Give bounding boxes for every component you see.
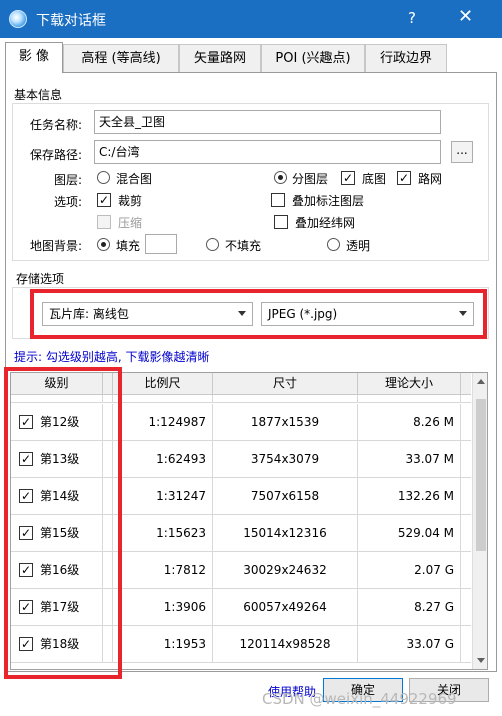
size-cell: 3754x3079 xyxy=(213,441,358,478)
options-label: 选项: xyxy=(53,195,82,209)
tab-imagery[interactable]: 影 像 xyxy=(5,42,63,73)
storage-title: 存储选项 xyxy=(16,272,65,286)
crop-checkbox[interactable]: ✓ xyxy=(97,193,111,207)
scale-cell: 1:15623 xyxy=(113,515,213,552)
header-theory-size[interactable]: 理论大小 xyxy=(358,373,461,395)
tab-bar: 影 像 高程 (等高线) 矢量路网 POI (兴趣点) 行政边界 xyxy=(5,42,497,73)
save-path-input[interactable]: C:/台湾 xyxy=(94,140,441,164)
size-cell: 1877x1539 xyxy=(213,404,358,441)
title-bar: 下载对话框 ? ✕ xyxy=(0,0,502,38)
close-icon[interactable]: ✕ xyxy=(458,6,473,27)
compress-checkbox[interactable] xyxy=(97,215,111,229)
hint-text: 提示: 勾选级别越高, 下载影像越清晰 xyxy=(14,350,210,364)
layer-split-label: 分图层 xyxy=(292,172,329,186)
bg-fill-radio[interactable] xyxy=(97,238,110,251)
layer-label: 图层: xyxy=(53,173,82,187)
theory-size-cell: 8.26 M xyxy=(358,404,461,441)
grid-checkbox[interactable] xyxy=(274,215,288,229)
size-cell: 7507x6158 xyxy=(213,478,358,515)
tab-elevation[interactable]: 高程 (等高线) xyxy=(63,44,179,72)
bg-nofill-label: 不填充 xyxy=(225,239,262,253)
help-icon[interactable]: ? xyxy=(408,9,416,27)
header-size[interactable]: 尺寸 xyxy=(213,373,358,395)
label-layer-checkbox[interactable] xyxy=(271,193,285,207)
scale-cell: 1:7812 xyxy=(113,552,213,589)
bg-nofill-radio[interactable] xyxy=(206,238,219,251)
theory-size-cell: 529.04 M xyxy=(358,515,461,552)
scale-cell: 1:1953 xyxy=(113,626,213,663)
scale-cell: 1:62493 xyxy=(113,441,213,478)
header-scale[interactable]: 比例尺 xyxy=(113,373,213,395)
theory-size-cell: 132.26 M xyxy=(358,478,461,515)
theory-size-cell: 33.07 G xyxy=(358,626,461,663)
bg-fill-label: 填充 xyxy=(116,239,141,253)
scale-cell: 1:124987 xyxy=(113,404,213,441)
table-scrollbar[interactable] xyxy=(472,373,487,669)
size-cell: 120114x98528 xyxy=(213,626,358,663)
fill-color-picker[interactable] xyxy=(145,234,177,254)
layer-mixed-label: 混合图 xyxy=(116,172,153,186)
theory-size-cell: 8.27 G xyxy=(358,589,461,626)
layer-base-checkbox[interactable]: ✓ xyxy=(341,171,355,185)
scroll-down-icon[interactable] xyxy=(477,658,485,663)
scale-cell: 1:31247 xyxy=(113,478,213,515)
tab-vector-roads[interactable]: 矢量路网 xyxy=(179,44,261,72)
task-name-input[interactable]: 天全县_卫图 xyxy=(94,110,441,134)
layer-base-label: 底图 xyxy=(362,172,387,186)
crop-label: 裁剪 xyxy=(118,194,143,208)
layer-mixed-radio[interactable] xyxy=(97,171,110,184)
save-path-label: 保存路径: xyxy=(29,148,82,162)
browse-button[interactable]: ... xyxy=(451,141,473,163)
label-layer-label: 叠加标注图层 xyxy=(292,194,365,208)
bg-transparent-label: 透明 xyxy=(346,239,371,253)
bg-transparent-radio[interactable] xyxy=(327,238,340,251)
layer-split-radio[interactable] xyxy=(274,171,287,184)
size-cell: 15014x12316 xyxy=(213,515,358,552)
compress-label: 压缩 xyxy=(118,216,143,230)
scroll-thumb[interactable] xyxy=(476,399,486,551)
highlight-box-storage xyxy=(30,289,487,339)
tab-poi[interactable]: POI (兴趣点) xyxy=(261,44,365,72)
size-cell: 30029x24632 xyxy=(213,552,358,589)
background-label: 地图背景: xyxy=(29,239,82,253)
window-title: 下载对话框 xyxy=(36,13,106,29)
theory-size-cell: 2.07 G xyxy=(358,552,461,589)
scroll-up-icon[interactable] xyxy=(477,379,485,384)
theory-size-cell: 33.07 M xyxy=(358,441,461,478)
highlight-box-levels xyxy=(4,367,122,679)
watermark: CSDN @weixin_44922969 xyxy=(262,690,457,708)
scale-cell: 1:3906 xyxy=(113,589,213,626)
layer-road-label: 路网 xyxy=(418,172,443,186)
grid-label: 叠加经纬网 xyxy=(295,216,356,230)
app-globe-icon xyxy=(9,10,27,28)
task-name-label: 任务名称: xyxy=(29,118,82,132)
size-cell: 60057x49264 xyxy=(213,589,358,626)
basic-info-title: 基本信息 xyxy=(14,88,63,102)
tab-admin-boundary[interactable]: 行政边界 xyxy=(365,44,447,72)
layer-road-checkbox[interactable]: ✓ xyxy=(397,171,411,185)
